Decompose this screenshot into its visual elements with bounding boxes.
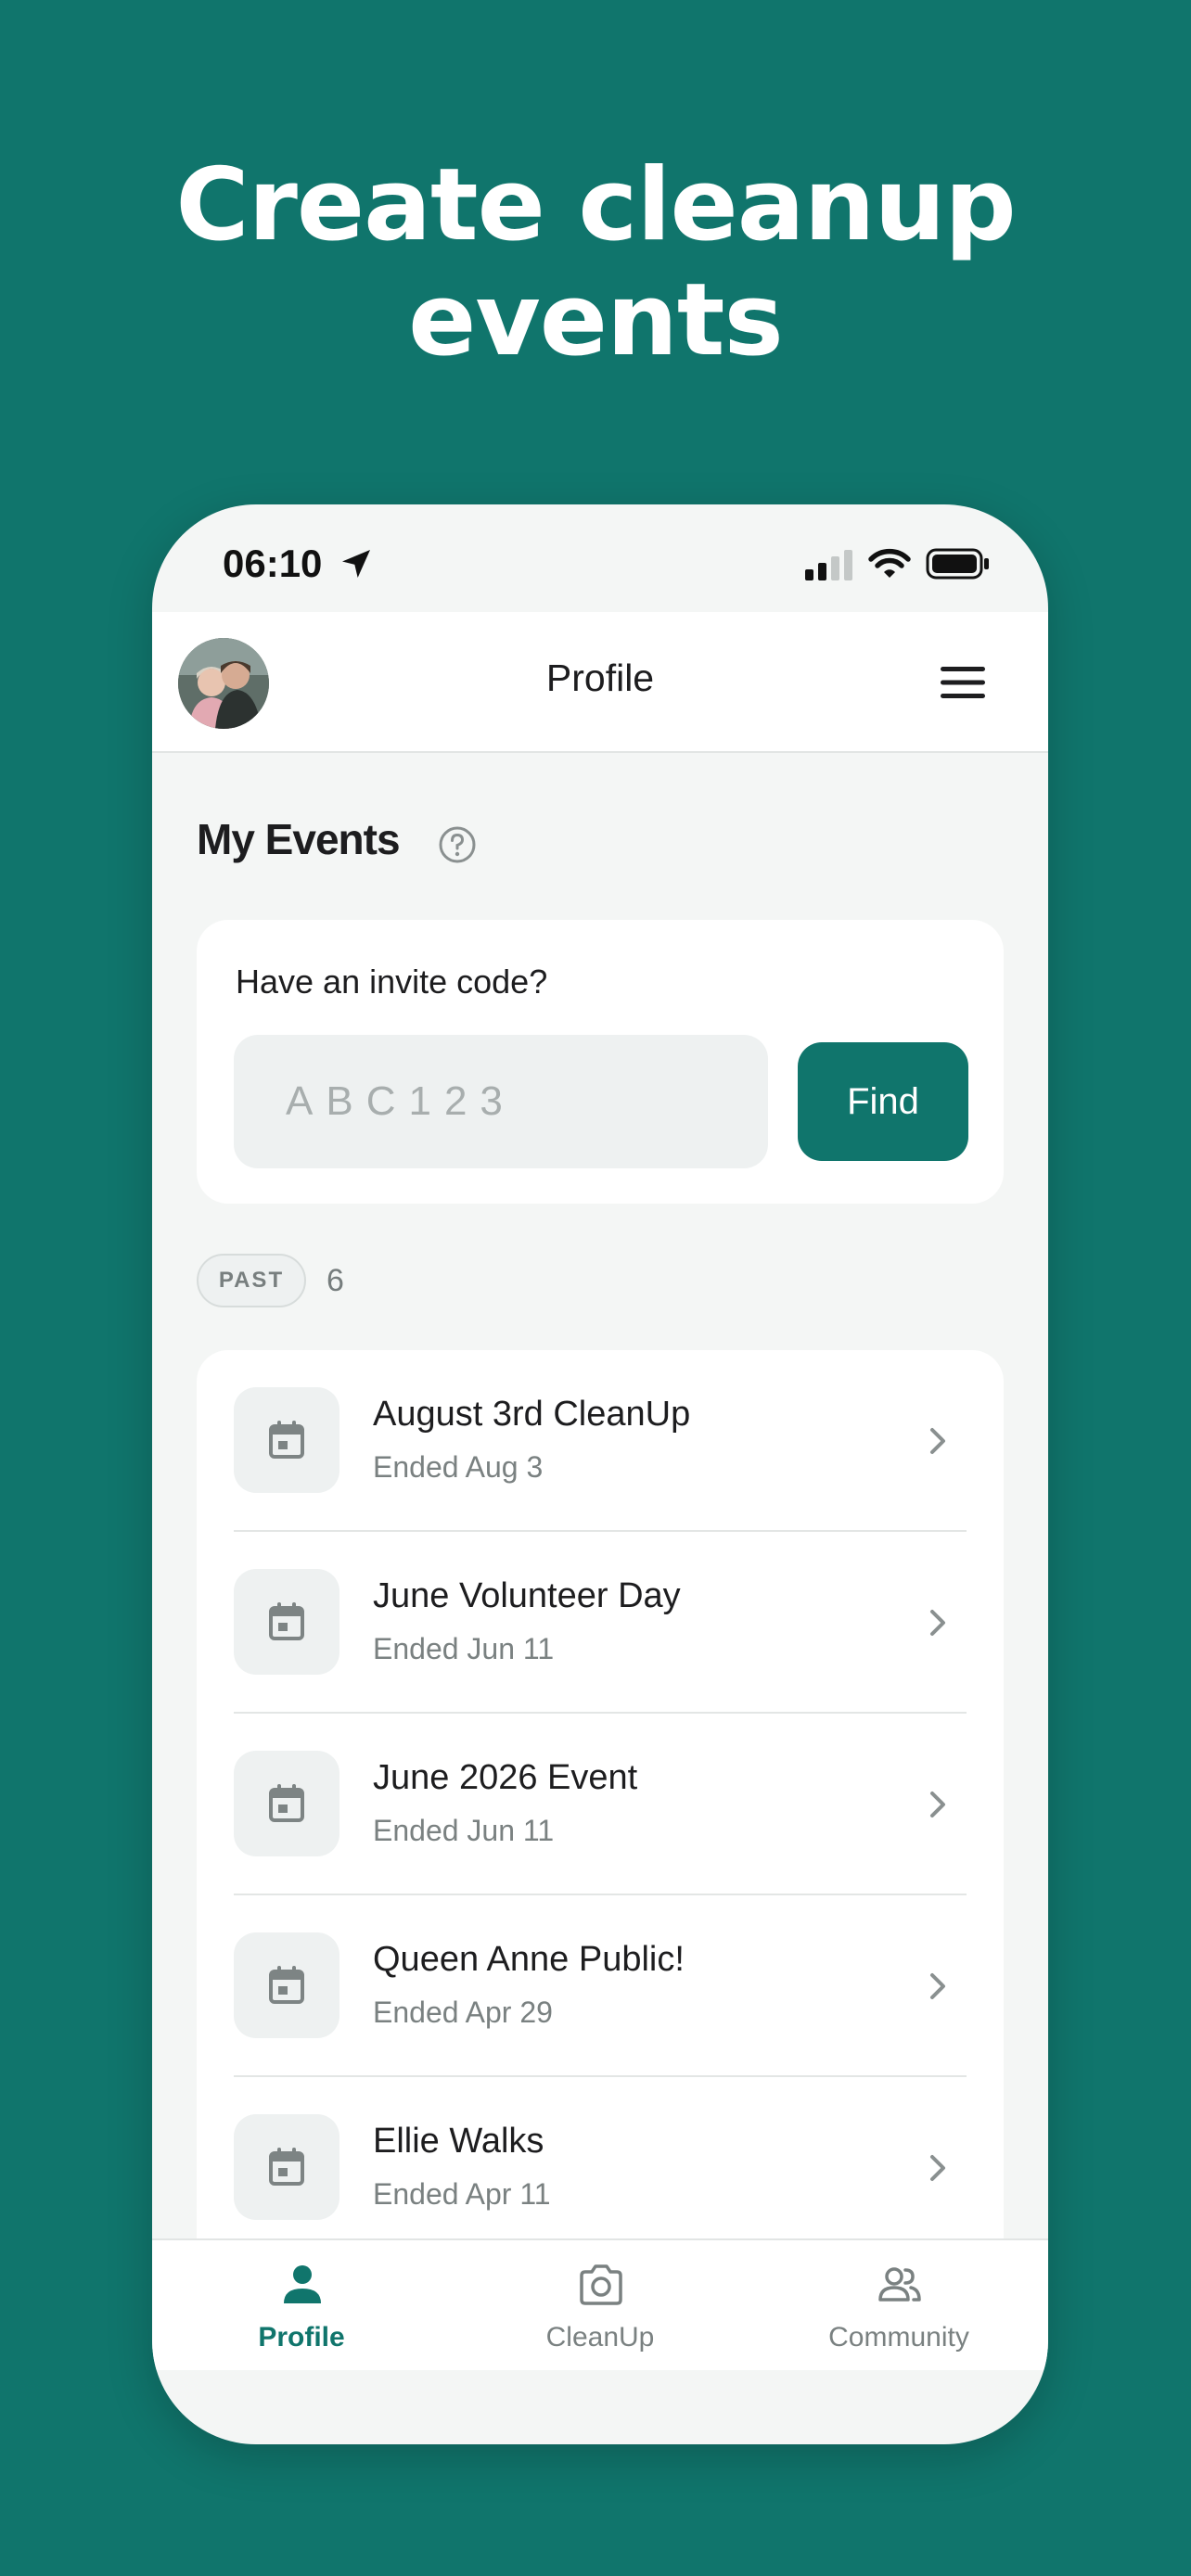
tab-profile[interactable]: Profile — [152, 2240, 451, 2370]
event-icon-box — [234, 1387, 339, 1493]
past-count: 6 — [327, 1263, 344, 1298]
chevron-right-icon — [930, 1792, 945, 1817]
wifi-icon — [868, 548, 911, 578]
people-icon — [878, 2267, 921, 2302]
invite-code-input[interactable] — [234, 1035, 768, 1168]
status-bar: 06:10 — [152, 504, 1048, 612]
cellular-signal-icon — [805, 550, 852, 580]
location-arrow-icon — [342, 550, 370, 578]
my-events-title: My Events — [197, 815, 401, 863]
past-badge: PAST — [197, 1254, 306, 1307]
page-title: Profile — [545, 657, 655, 699]
tab-label: CleanUp — [545, 2322, 655, 2353]
chevron-right-icon — [930, 1973, 945, 1999]
event-name: Ellie Walks — [373, 2122, 544, 2161]
event-name: June 2026 Event — [373, 1758, 638, 1797]
tab-label: Profile — [258, 2322, 345, 2353]
status-time: 06:10 — [223, 542, 323, 585]
list-item[interactable]: August 3rd CleanUp Ended Aug 3 — [197, 1350, 1004, 1532]
event-status: Ended Apr 11 — [373, 2177, 551, 2211]
event-icon-box — [234, 2114, 339, 2220]
event-name: Queen Anne Public! — [373, 1940, 685, 1979]
list-item[interactable]: Ellie Walks Ended Apr 11 — [197, 2077, 1004, 2238]
tab-cleanup[interactable]: CleanUp — [451, 2240, 749, 2370]
help-icon[interactable] — [438, 825, 477, 864]
invite-code-label: Have an invite code? — [236, 963, 548, 1001]
event-name: June Volunteer Day — [373, 1576, 681, 1615]
app-header: Profile — [152, 612, 1048, 753]
chevron-right-icon — [930, 2155, 945, 2181]
event-status: Ended Aug 3 — [373, 1450, 544, 1484]
camera-icon — [580, 2264, 622, 2305]
headline-line-1: Create cleanup — [175, 147, 1016, 263]
event-icon-box — [234, 1569, 339, 1675]
tab-bar: Profile CleanUp Community — [152, 2238, 1048, 2370]
list-item[interactable]: June Volunteer Day Ended Jun 11 — [197, 1532, 1004, 1714]
phone-frame: 06:10 Profile My Events Have an invite c… — [152, 504, 1048, 2444]
calendar-icon — [269, 1421, 304, 1459]
calendar-icon — [269, 1602, 304, 1640]
event-icon-box — [234, 1932, 339, 2038]
tab-label: Community — [828, 2322, 969, 2353]
event-status: Ended Apr 29 — [373, 1996, 553, 2029]
event-icon-box — [234, 1751, 339, 1856]
calendar-icon — [269, 1966, 304, 2004]
profile-content[interactable]: My Events Have an invite code? Find PAST… — [152, 753, 1048, 2238]
list-item[interactable]: Queen Anne Public! Ended Apr 29 — [197, 1895, 1004, 2077]
chevron-right-icon — [930, 1610, 945, 1636]
hamburger-menu-icon[interactable] — [939, 664, 987, 701]
event-status: Ended Jun 11 — [373, 1632, 555, 1665]
event-status: Ended Jun 11 — [373, 1814, 555, 1847]
calendar-icon — [269, 2148, 304, 2186]
event-name: August 3rd CleanUp — [373, 1395, 691, 1434]
battery-icon — [926, 548, 989, 580]
list-item[interactable]: June 2026 Event Ended Jun 11 — [197, 1714, 1004, 1895]
chevron-right-icon — [930, 1428, 945, 1454]
person-icon — [284, 2265, 321, 2303]
headline: Create cleanup events — [0, 148, 1191, 378]
headline-line-2: events — [408, 262, 784, 378]
calendar-icon — [269, 1784, 304, 1822]
events-list: August 3rd CleanUp Ended Aug 3 June Volu… — [197, 1350, 1004, 2238]
invite-code-card: Have an invite code? Find — [197, 920, 1004, 1204]
find-button[interactable]: Find — [798, 1042, 968, 1161]
tab-community[interactable]: Community — [749, 2240, 1048, 2370]
